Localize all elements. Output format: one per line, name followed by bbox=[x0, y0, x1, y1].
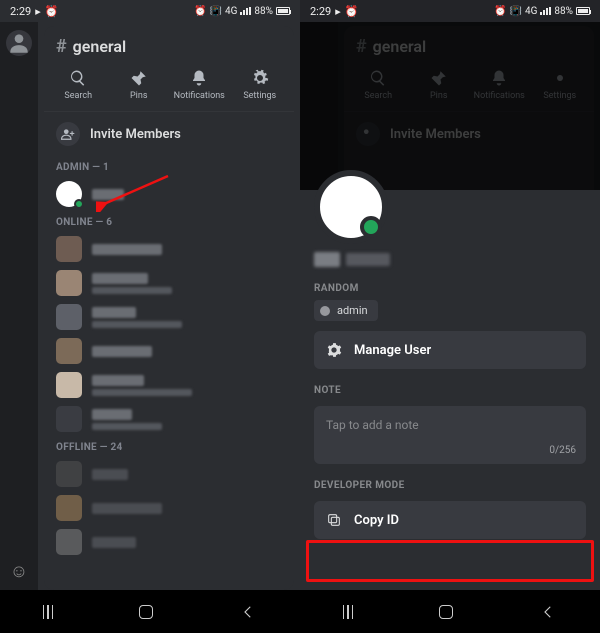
gear-icon bbox=[251, 69, 269, 87]
list-item[interactable] bbox=[44, 232, 294, 266]
pins-action[interactable]: Pins bbox=[109, 69, 170, 101]
status-app-icon: ▸ bbox=[35, 5, 41, 18]
back-button[interactable] bbox=[239, 603, 257, 621]
pin-icon bbox=[130, 69, 148, 87]
manage-user-button[interactable]: Manage User bbox=[314, 331, 586, 369]
avatar bbox=[56, 181, 82, 207]
invite-icon bbox=[56, 122, 80, 146]
role-color-dot bbox=[320, 306, 330, 316]
search-icon bbox=[69, 69, 87, 87]
vibrate-icon: 📳 bbox=[210, 6, 222, 17]
emoji-button[interactable]: ☺ bbox=[10, 561, 28, 582]
status-app-icon: ▸ bbox=[335, 5, 341, 18]
battery-pct: 88% bbox=[554, 6, 573, 17]
network-type: 4G bbox=[225, 6, 237, 17]
user-profile-sheet: RANDOM admin Manage User NOTE Tap to add… bbox=[300, 190, 600, 590]
role-name: admin bbox=[337, 304, 368, 317]
channel-members-panel: # general Search Pins Notifications bbox=[44, 26, 294, 590]
search-action[interactable]: Search bbox=[48, 69, 109, 101]
settings-action[interactable]: Settings bbox=[230, 69, 291, 101]
signal-icon bbox=[540, 7, 551, 15]
list-item[interactable] bbox=[44, 457, 294, 491]
channel-header[interactable]: # general bbox=[44, 26, 294, 63]
alarm-icon: ⏰ bbox=[494, 6, 506, 17]
copy-icon bbox=[326, 512, 342, 528]
recents-button[interactable] bbox=[343, 605, 354, 619]
list-item[interactable] bbox=[44, 300, 294, 334]
list-item[interactable] bbox=[44, 368, 294, 402]
bell-icon bbox=[190, 69, 208, 87]
android-navbar bbox=[0, 590, 300, 633]
home-button[interactable] bbox=[439, 605, 453, 619]
battery-icon bbox=[276, 7, 290, 15]
presence-online-icon bbox=[360, 216, 382, 238]
members-rail-icon[interactable] bbox=[6, 30, 32, 56]
home-button[interactable] bbox=[139, 605, 153, 619]
invite-members-label: Invite Members bbox=[90, 127, 181, 142]
back-button[interactable] bbox=[539, 603, 557, 621]
list-item[interactable] bbox=[44, 491, 294, 525]
admin-member-row[interactable] bbox=[44, 177, 294, 211]
battery-pct: 88% bbox=[254, 6, 273, 17]
search-label: Search bbox=[64, 91, 92, 101]
offline-section-label: OFFLINE — 24 bbox=[44, 436, 294, 457]
user-header bbox=[300, 170, 600, 244]
status-alarm-icon: ⏰ bbox=[345, 5, 359, 18]
manage-user-label: Manage User bbox=[354, 343, 431, 358]
copy-id-button[interactable]: Copy ID bbox=[314, 501, 586, 539]
note-input[interactable]: Tap to add a note 0/256 bbox=[314, 406, 586, 464]
role-pill-admin[interactable]: admin bbox=[314, 300, 378, 321]
roles-section-label: RANDOM bbox=[300, 267, 600, 300]
note-placeholder: Tap to add a note bbox=[326, 418, 419, 432]
vibrate-icon: 📳 bbox=[510, 6, 522, 17]
battery-icon bbox=[576, 7, 590, 15]
server-rail: ☺ bbox=[0, 22, 38, 590]
pins-label: Pins bbox=[130, 91, 147, 101]
list-item[interactable] bbox=[44, 266, 294, 300]
status-alarm-icon: ⏰ bbox=[45, 5, 59, 18]
status-time: 2:29 bbox=[310, 5, 331, 18]
user-name bbox=[314, 252, 600, 267]
list-item[interactable] bbox=[44, 334, 294, 368]
note-counter: 0/256 bbox=[549, 445, 576, 456]
alarm-icon: ⏰ bbox=[194, 6, 206, 17]
online-section-label: ONLINE — 6 bbox=[44, 211, 294, 232]
settings-label: Settings bbox=[243, 91, 276, 101]
developer-mode-section-label: DEVELOPER MODE bbox=[300, 464, 600, 497]
network-type: 4G bbox=[525, 6, 537, 17]
status-bar: 2:29 ▸ ⏰ ⏰ 📳 4G 88% bbox=[300, 0, 600, 22]
android-navbar bbox=[300, 590, 600, 633]
signal-icon bbox=[240, 7, 251, 15]
status-time: 2:29 bbox=[10, 5, 31, 18]
hash-icon: # bbox=[56, 36, 67, 57]
left-screenshot: 2:29 ▸ ⏰ ⏰ 📳 4G 88% ☺ # general bbox=[0, 0, 300, 633]
list-item[interactable] bbox=[44, 525, 294, 559]
notifications-action[interactable]: Notifications bbox=[169, 69, 230, 101]
list-item[interactable] bbox=[44, 402, 294, 436]
notifications-label: Notifications bbox=[174, 91, 225, 101]
copy-id-label: Copy ID bbox=[354, 513, 399, 528]
channel-name: general bbox=[73, 37, 127, 56]
recents-button[interactable] bbox=[43, 605, 54, 619]
right-screenshot: 2:29 ▸ ⏰ ⏰ 📳 4G 88% #general Search Pins bbox=[300, 0, 600, 633]
invite-members-row[interactable]: Invite Members bbox=[44, 112, 294, 156]
status-bar: 2:29 ▸ ⏰ ⏰ 📳 4G 88% bbox=[0, 0, 300, 22]
note-section-label: NOTE bbox=[300, 369, 600, 402]
gear-icon bbox=[326, 342, 342, 358]
admin-section-label: ADMIN — 1 bbox=[44, 156, 294, 177]
user-avatar[interactable] bbox=[314, 170, 388, 244]
